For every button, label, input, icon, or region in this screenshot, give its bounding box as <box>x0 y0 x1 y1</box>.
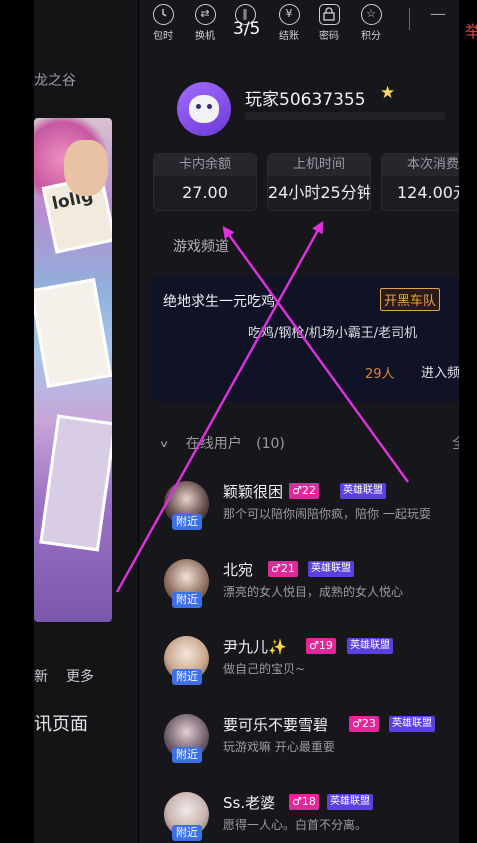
main-panel: 我的 包时 ⇄ 换机 ‖ 3/5 ¥ 结账 <box>139 0 459 843</box>
user-list-item[interactable]: 附近 颖颖很困 ♂22 英雄联盟 那个可以陪你闹陪你疯，陪你 一起玩耍 <box>164 481 459 545</box>
nearby-badge: 附近 <box>172 592 202 608</box>
user-name: Ss.老婆 <box>223 794 276 812</box>
nearby-badge: 附近 <box>172 669 202 685</box>
stat-value: 24小时25分钟 <box>268 183 371 202</box>
page-counter: 3/5 <box>233 19 261 39</box>
top-toolbar: 我的 包时 ⇄ 换机 ‖ 3/5 ¥ 结账 <box>139 0 459 44</box>
yen-icon: ¥ <box>278 4 300 25</box>
channel-badge: 开黑车队 <box>380 288 441 311</box>
channel-title: 绝地求生一元吃鸡 <box>163 294 275 310</box>
user-avatar[interactable] <box>177 82 231 136</box>
toolbar-points-label: 积分 <box>361 31 381 42</box>
user-name: 北宛 <box>223 561 254 579</box>
nearby-badge: 附近 <box>172 825 202 841</box>
avatar-eye <box>196 104 201 109</box>
left-panel: 龙之谷 lollg 新 更多 讯页面 <box>34 0 138 843</box>
stat-value: 124.00元 <box>397 183 459 202</box>
tab-new[interactable]: 新 <box>34 666 48 686</box>
user-list-item[interactable]: 附近 Ss.老婆 ♂18 英雄联盟 愿得一人心。白首不分离。 <box>164 792 459 843</box>
toolbar-divider <box>409 8 410 30</box>
banner-photo-card <box>39 414 112 552</box>
online-label: 在线用户 <box>185 436 242 452</box>
user-bio: 玩游戏嘛 开心最重要 <box>223 740 335 754</box>
channel-tags: 吃鸡/钢枪/机场小霸王/老司机 <box>248 326 418 341</box>
enter-channel-button[interactable]: 进入频道 <box>421 362 459 381</box>
game-badge: 英雄联盟 <box>308 561 354 577</box>
minimize-icon[interactable]: — <box>430 4 446 23</box>
online-users-header[interactable]: ∨ 在线用户 (10) <box>159 433 285 453</box>
level-badge: ♂19 <box>306 638 336 654</box>
level-badge: ♂22 <box>289 483 319 499</box>
level-badge: ♂21 <box>268 561 298 577</box>
left-page-label: 讯页面 <box>34 714 88 735</box>
toolbar-checkout-button[interactable]: ¥ 结账 <box>275 4 303 42</box>
banner-photo-card <box>34 278 112 388</box>
stat-label: 卡内余额 <box>154 154 256 176</box>
toolbar-switch-label: 换机 <box>195 31 215 42</box>
user-list-item[interactable]: 附近 北宛 ♂21 英雄联盟 漂亮的女人悦目，成熟的女人悦心 <box>164 559 459 623</box>
avatar-eye <box>207 104 212 109</box>
edge-text: 举 <box>465 22 477 41</box>
switch-icon: ⇄ <box>194 4 216 25</box>
channel-card[interactable]: 绝地求生一元吃鸡 开黑车队 吃鸡/钢枪/机场小霸王/老司机 29人 进入频道 <box>152 276 459 402</box>
nearby-badge: 附近 <box>172 514 202 530</box>
nearby-badge: 附近 <box>172 747 202 763</box>
toolbar-switch-button[interactable]: ⇄ 换机 <box>191 4 219 42</box>
username-underline <box>245 112 445 120</box>
stat-label: 本次消费 <box>382 154 459 176</box>
stat-online-time: 上机时间 24小时25分钟 <box>267 153 371 211</box>
user-name: 要可乐不要雪碧 <box>223 716 329 734</box>
toolbar-password-button[interactable]: 密码 <box>315 4 343 42</box>
online-count: (10) <box>256 436 285 452</box>
username: 玩家50637355 <box>245 90 366 110</box>
level-badge: ♂23 <box>349 716 379 732</box>
user-list-item[interactable]: 附近 尹九儿✨ ♂19 英雄联盟 做自己的宝贝~ <box>164 636 459 700</box>
lock-icon <box>318 4 340 25</box>
game-badge: 英雄联盟 <box>347 638 393 654</box>
user-list-item[interactable]: 附近 要可乐不要雪碧 ♂23 英雄联盟 玩游戏嘛 开心最重要 <box>164 714 459 778</box>
user-name: 颖颖很困 <box>223 483 284 501</box>
left-tabs: 新 更多 <box>34 664 138 700</box>
stat-label: 上机时间 <box>268 154 370 176</box>
toolbar-password-label: 密码 <box>319 31 339 42</box>
user-name: 尹九儿✨ <box>223 638 287 656</box>
chevron-down-icon: ∨ <box>159 438 170 450</box>
toolbar-package-button[interactable]: 包时 <box>149 4 177 42</box>
stat-consumption: 本次消费 124.00元 <box>381 153 459 211</box>
user-bio: 漂亮的女人悦目，成熟的女人悦心 <box>223 585 404 599</box>
section-label: 游戏频道 <box>173 239 229 255</box>
left-panel-title: 龙之谷 <box>34 73 76 89</box>
user-bio: 那个可以陪你闹陪你疯，陪你 一起玩耍 <box>223 507 431 521</box>
app-window: 龙之谷 lollg 新 更多 讯页面 我的 <box>0 0 477 843</box>
user-bio: 愿得一人心。白首不分离。 <box>223 818 368 832</box>
more-users-icon[interactable]: 全 <box>452 433 459 453</box>
banner-face <box>64 140 108 196</box>
channel-member-count: 29人 <box>365 367 395 382</box>
vip-star-icon: ★ <box>380 83 396 103</box>
stat-value: 27.00 <box>182 183 228 202</box>
toolbar-checkout-label: 结账 <box>279 31 299 42</box>
game-badge: 英雄联盟 <box>389 716 435 732</box>
game-banner-image[interactable]: lollg <box>34 118 112 622</box>
user-bio: 做自己的宝贝~ <box>223 662 306 676</box>
avatar-mascot <box>189 95 219 123</box>
clock-icon <box>152 4 174 25</box>
toolbar-points-button[interactable]: ☆ 积分 <box>357 4 385 42</box>
toolbar-package-label: 包时 <box>153 31 173 42</box>
star-icon: ☆ <box>360 4 382 25</box>
level-badge: ♂18 <box>289 794 319 810</box>
stat-balance: 卡内余额 27.00 <box>153 153 257 211</box>
game-badge: 英雄联盟 <box>340 483 386 499</box>
game-badge: 英雄联盟 <box>327 794 373 810</box>
tab-more[interactable]: 更多 <box>66 666 94 686</box>
